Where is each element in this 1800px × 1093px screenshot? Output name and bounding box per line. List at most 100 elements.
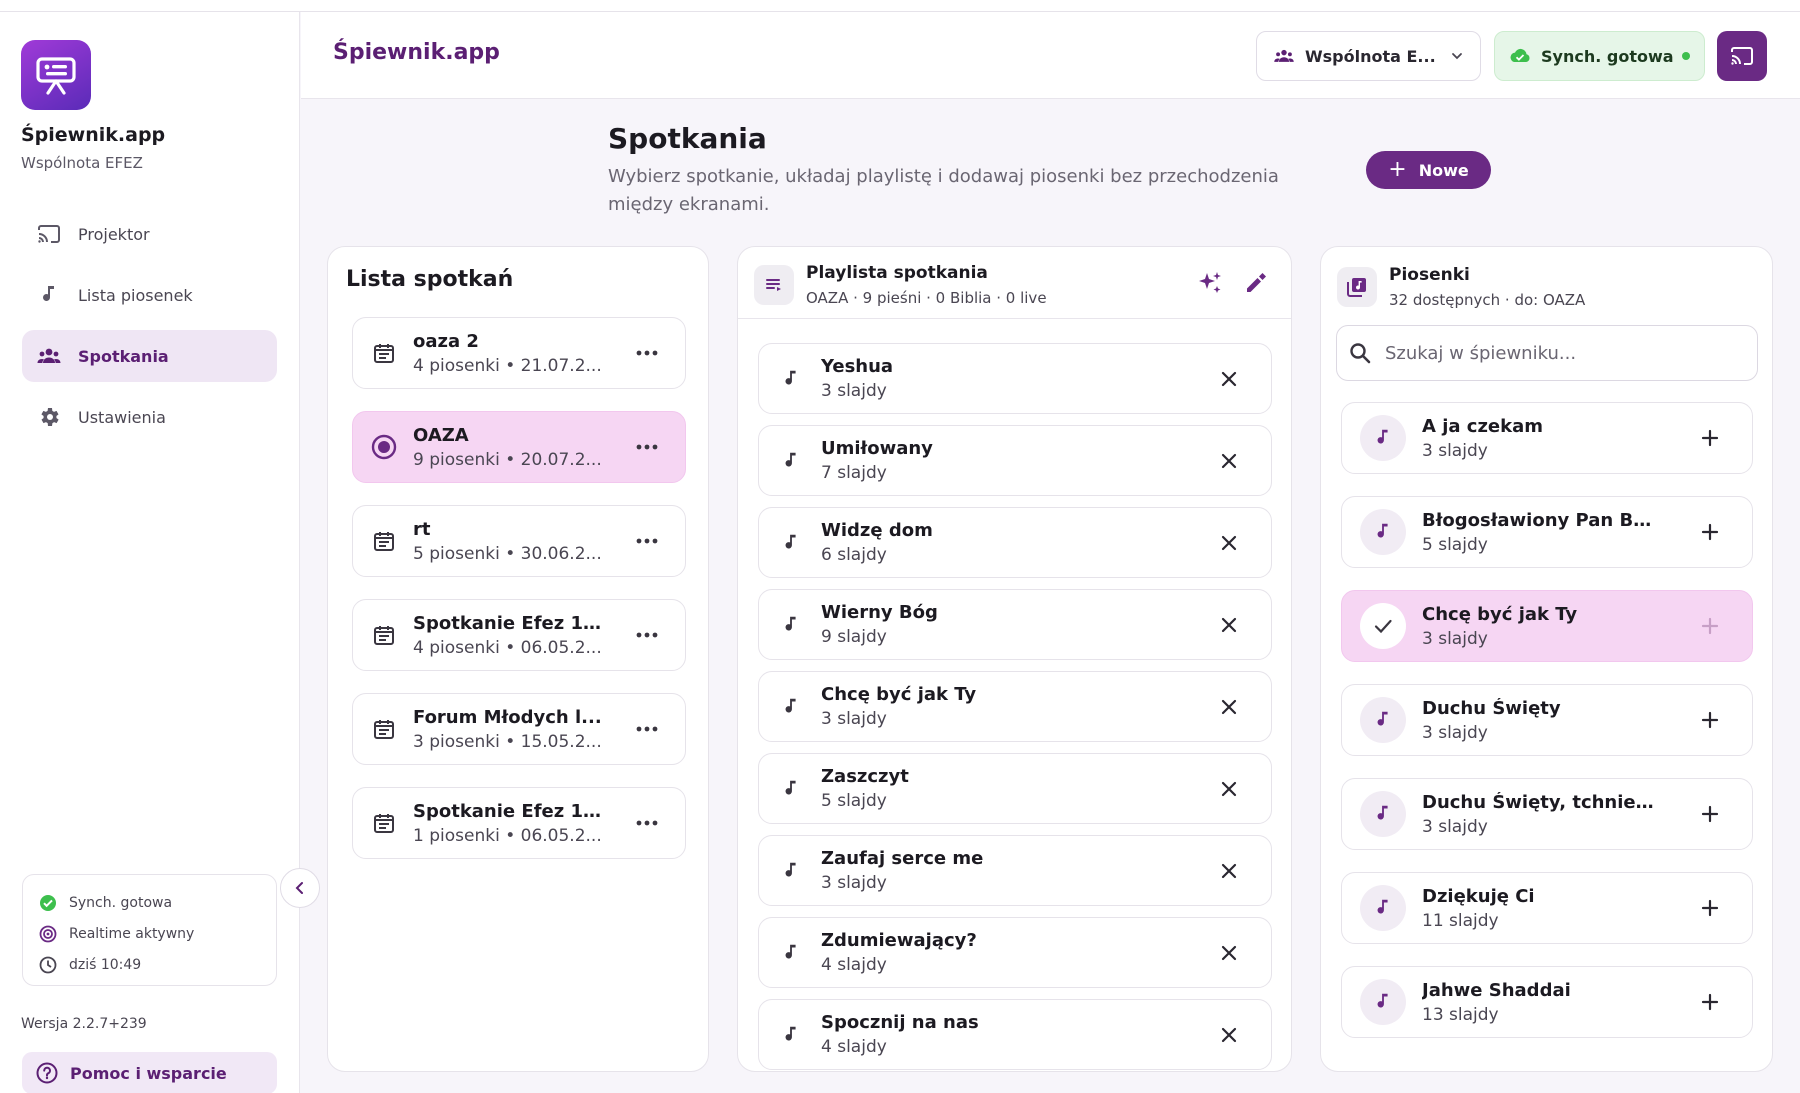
nav-item-lista-piosenek[interactable]: Lista piosenek [22, 269, 277, 321]
playlist-song-row[interactable]: Widzę dom 6 slajdy [758, 507, 1272, 578]
edit-pencil-icon[interactable] [1239, 267, 1271, 299]
library-song-row[interactable]: Duchu Święty, tchnieni... 3 slajdy [1341, 778, 1753, 850]
remove-close-icon[interactable] [1209, 441, 1249, 481]
music-note-icon [1360, 791, 1406, 837]
playlist-song-row[interactable]: Umiłowany 7 slajdy [758, 425, 1272, 496]
plus-icon: + [1388, 157, 1407, 182]
window-titlebar [0, 0, 1800, 12]
cast-button[interactable] [1717, 31, 1767, 81]
remove-close-icon[interactable] [1209, 1015, 1249, 1055]
status-time-label: dziś 10:49 [69, 956, 142, 973]
music-note-icon [1360, 979, 1406, 1025]
nav-item-ustawienia[interactable]: Ustawienia [22, 391, 277, 443]
playlist-song-row[interactable]: Zdumiewający? 4 slajdy [758, 917, 1272, 988]
people-icon [36, 343, 62, 369]
calendar-icon [371, 810, 397, 836]
clock-icon [39, 956, 57, 974]
meeting-name: Spotkanie Efez 1... [413, 800, 603, 822]
search-icon [1350, 343, 1371, 364]
more-options-icon[interactable] [627, 521, 667, 561]
meeting-item[interactable]: rt 5 piosenki • 30.06.2... [352, 505, 686, 577]
meeting-item[interactable]: oaza 2 4 piosenki • 21.07.2... [352, 317, 686, 389]
add-plus-icon[interactable] [1690, 512, 1730, 552]
add-plus-icon[interactable] [1690, 700, 1730, 740]
remove-close-icon[interactable] [1209, 687, 1249, 727]
help-label: Pomoc i wsparcie [70, 1063, 227, 1083]
check-circle-icon [39, 894, 57, 912]
remove-close-icon[interactable] [1209, 933, 1249, 973]
more-options-icon[interactable] [627, 709, 667, 749]
song-meta: 5 slajdy [1422, 534, 1488, 555]
song-name: Dziękuję Ci [1422, 885, 1535, 907]
library-song-row[interactable]: Duchu Święty 3 slajdy [1341, 684, 1753, 756]
playlist-song-row[interactable]: Zaszczyt 5 slajdy [758, 753, 1272, 824]
library-song-row[interactable]: Dziękuję Ci 11 slajdy [1341, 872, 1753, 944]
meeting-meta: 4 piosenki • 21.07.2... [413, 355, 602, 376]
add-plus-icon[interactable] [1690, 794, 1730, 834]
more-options-icon[interactable] [627, 427, 667, 467]
meeting-item[interactable]: Spotkanie Efez 1... 4 piosenki • 06.05.2.… [352, 599, 686, 671]
meeting-item[interactable]: Spotkanie Efez 1... 1 piosenki • 06.05.2.… [352, 787, 686, 859]
song-search-box[interactable] [1336, 325, 1758, 381]
more-options-icon[interactable] [627, 333, 667, 373]
song-meta: 4 slajdy [821, 1037, 887, 1057]
more-options-icon[interactable] [627, 803, 667, 843]
help-icon [36, 1062, 58, 1084]
song-meta: 7 slajdy [821, 463, 887, 483]
remove-close-icon[interactable] [1209, 769, 1249, 809]
nav-label: Ustawienia [78, 407, 166, 427]
remove-close-icon[interactable] [1209, 605, 1249, 645]
playlist-header: Playlista spotkania OAZA · 9 pieśni · 0 … [738, 247, 1291, 319]
music-note-icon [1360, 509, 1406, 555]
sync-dot [1682, 52, 1690, 60]
song-name: Chcę być jak Ty [821, 684, 977, 705]
playlist-song-row[interactable]: Wierny Bóg 9 slajdy [758, 589, 1272, 660]
calendar-icon [371, 340, 397, 366]
gear-icon [36, 404, 62, 430]
music-note-icon [779, 859, 803, 883]
nav-item-projektor[interactable]: Projektor [22, 208, 277, 260]
new-meeting-label: Nowe [1418, 160, 1469, 180]
playlist-song-row[interactable]: Spocznij na nas 4 slajdy [758, 999, 1272, 1070]
music-note-icon [1360, 885, 1406, 931]
more-options-icon[interactable] [627, 615, 667, 655]
sync-status-label: Synch. gotowa [1541, 46, 1674, 66]
playlist-song-row[interactable]: Zaufaj serce me 3 slajdy [758, 835, 1272, 906]
meeting-meta: 9 piosenki • 20.07.2... [413, 449, 602, 470]
community-select[interactable]: Wspólnota E... [1256, 31, 1481, 81]
remove-close-icon[interactable] [1209, 523, 1249, 563]
help-button[interactable]: Pomoc i wsparcie [22, 1052, 277, 1093]
add-plus-icon[interactable] [1690, 888, 1730, 928]
remove-close-icon[interactable] [1209, 359, 1249, 399]
meeting-meta: 4 piosenki • 06.05.2... [413, 637, 602, 658]
meeting-item[interactable]: Forum Młodych l... 3 piosenki • 15.05.2..… [352, 693, 686, 765]
library-song-row-added[interactable]: Chcę być jak Ty 3 slajdy [1341, 590, 1753, 662]
meeting-item-active[interactable]: OAZA 9 piosenki • 20.07.2... [352, 411, 686, 483]
add-plus-icon[interactable] [1690, 982, 1730, 1022]
meetings-title: Lista spotkań [346, 267, 514, 292]
song-name: Zdumiewający? [821, 930, 977, 951]
music-note-icon [779, 695, 803, 719]
projector-logo-icon [36, 57, 76, 95]
add-plus-icon[interactable] [1690, 418, 1730, 458]
meeting-name: Spotkanie Efez 1... [413, 612, 603, 634]
nav-item-spotkania[interactable]: Spotkania [22, 330, 277, 382]
sync-status-pill[interactable]: Synch. gotowa [1494, 31, 1705, 81]
song-search-input[interactable] [1385, 342, 1745, 364]
meeting-name: oaza 2 [413, 330, 479, 352]
topbar: Śpiewnik.app Wspólnota E... Synch. gotow… [301, 12, 1800, 99]
playlist-song-row[interactable]: Yeshua 3 slajdy [758, 343, 1272, 414]
remove-close-icon[interactable] [1209, 851, 1249, 891]
collapse-sidebar-button[interactable] [280, 868, 320, 908]
sparkle-icon[interactable] [1194, 267, 1226, 299]
library-song-row[interactable]: A ja czekam 3 slajdy [1341, 402, 1753, 474]
song-meta: 3 slajdy [1422, 722, 1488, 743]
meetings-panel: Lista spotkań oaza 2 4 piosenki • 21.07.2… [327, 246, 709, 1072]
meeting-name: OAZA [413, 424, 469, 446]
new-meeting-button[interactable]: + Nowe [1366, 151, 1491, 189]
status-realtime-label: Realtime aktywny [69, 925, 195, 942]
library-song-row[interactable]: Błogosławiony Pan Bó... 5 slajdy [1341, 496, 1753, 568]
song-meta: 3 slajdy [821, 873, 887, 893]
library-song-row[interactable]: Jahwe Shaddai 13 slajdy [1341, 966, 1753, 1038]
playlist-song-row[interactable]: Chcę być jak Ty 3 slajdy [758, 671, 1272, 742]
